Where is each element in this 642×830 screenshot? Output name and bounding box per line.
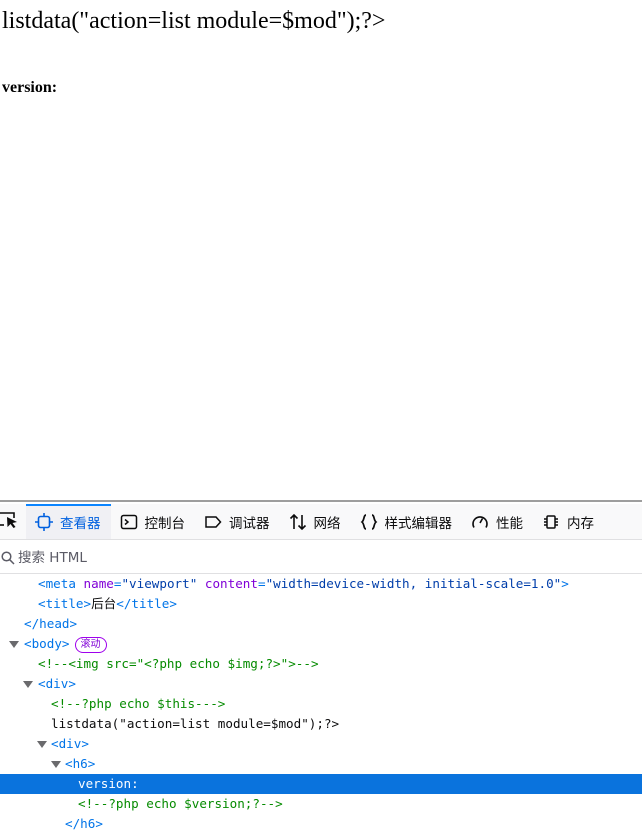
search-icon bbox=[0, 550, 16, 566]
tab-performance-label: 性能 bbox=[496, 515, 523, 532]
tree-row-div[interactable]: <div> bbox=[0, 674, 642, 694]
tree-row-listdata-text[interactable]: listdata("action=list module=$mod");?> bbox=[0, 714, 642, 734]
tab-network-label: 网络 bbox=[313, 515, 341, 532]
style-editor-icon bbox=[359, 512, 379, 532]
expand-twisty-icon[interactable] bbox=[9, 634, 19, 654]
tab-console[interactable]: 控制台 bbox=[111, 504, 196, 539]
tab-memory[interactable]: 内存 bbox=[533, 504, 604, 539]
tab-debugger[interactable]: 调试器 bbox=[195, 504, 280, 539]
tree-row-title[interactable]: <title>后台</title> bbox=[0, 594, 642, 614]
devtools-toolbar: 查看器 控制台 调试器 网络 样式编辑器 性能 内存 bbox=[0, 504, 642, 540]
tree-row-div-inner[interactable]: <div> bbox=[0, 734, 642, 754]
inspector-icon bbox=[34, 512, 54, 532]
expand-twisty-icon[interactable] bbox=[37, 734, 47, 754]
search-bar bbox=[0, 542, 642, 574]
tree-row-body[interactable]: <body> 滚动 bbox=[0, 634, 642, 654]
tab-inspector-label: 查看器 bbox=[60, 515, 101, 532]
tab-inspector[interactable]: 查看器 bbox=[26, 504, 111, 539]
tree-row-version-selected[interactable]: version: bbox=[0, 774, 642, 794]
tree-row-meta[interactable]: <meta name="viewport" content="width=dev… bbox=[0, 574, 642, 594]
network-icon bbox=[288, 512, 308, 532]
tree-row-comment-img[interactable]: <!--<img src="<?php echo $img;?>">--> bbox=[0, 654, 642, 674]
tab-style-editor[interactable]: 样式编辑器 bbox=[351, 504, 463, 539]
tree-row-head-close[interactable]: </head> bbox=[0, 614, 642, 634]
tab-performance[interactable]: 性能 bbox=[462, 504, 533, 539]
tree-row-h6[interactable]: <h6> bbox=[0, 754, 642, 774]
tree-row-comment-this[interactable]: <!--?php echo $this---> bbox=[0, 694, 642, 714]
tab-debugger-label: 调试器 bbox=[229, 515, 270, 532]
page-viewport: listdata("action=list module=$mod");?> v… bbox=[0, 0, 642, 500]
tab-console-label: 控制台 bbox=[144, 515, 186, 532]
debugger-icon bbox=[203, 512, 223, 532]
markup-tree: <meta name="viewport" content="width=dev… bbox=[0, 574, 642, 830]
element-picker-button[interactable] bbox=[0, 504, 26, 539]
memory-icon bbox=[541, 512, 561, 532]
tree-row-comment-version[interactable]: <!--?php echo $version;?--> bbox=[0, 794, 642, 814]
element-picker-icon bbox=[0, 509, 20, 534]
console-icon bbox=[119, 512, 139, 532]
performance-icon bbox=[470, 512, 490, 532]
version-heading: version: bbox=[2, 79, 58, 96]
listdata-text: listdata("action=list module=$mod");?> bbox=[2, 8, 386, 34]
tree-row-h6-close[interactable]: </h6> bbox=[0, 814, 642, 830]
tab-network[interactable]: 网络 bbox=[280, 504, 351, 539]
expand-twisty-icon[interactable] bbox=[23, 674, 33, 694]
tab-memory-label: 内存 bbox=[567, 515, 594, 532]
scroll-badge[interactable]: 滚动 bbox=[74, 637, 107, 653]
search-html-input[interactable] bbox=[18, 549, 418, 566]
devtools-panel: 查看器 控制台 调试器 网络 样式编辑器 性能 内存 搜索 HTML <meta… bbox=[0, 500, 642, 830]
tab-style-editor-label: 样式编辑器 bbox=[384, 515, 453, 532]
expand-twisty-icon[interactable] bbox=[51, 754, 61, 774]
